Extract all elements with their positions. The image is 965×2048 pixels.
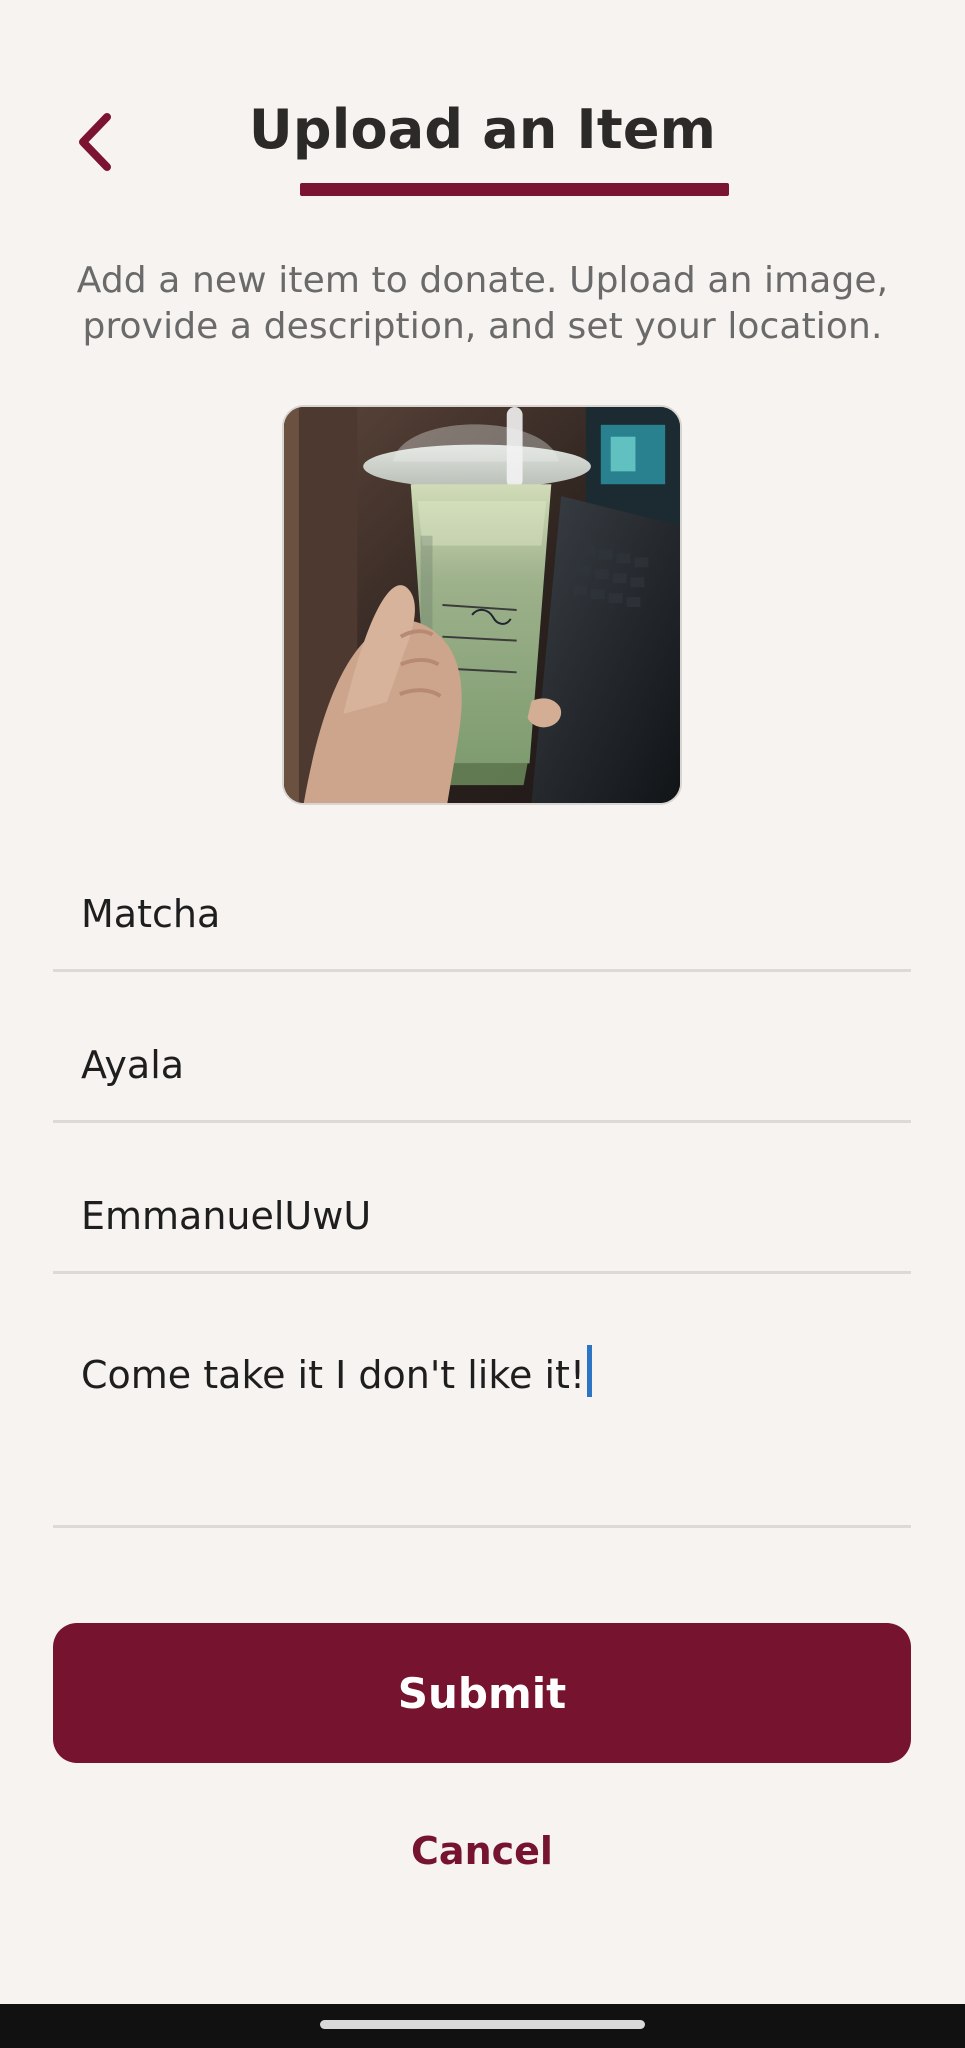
page-description: Add a new item to donate. Upload an imag… [76,260,889,347]
page-title: Upload an Item [248,98,717,161]
upload-item-screen: Upload an Item Add a new item to donate.… [0,0,965,2048]
home-indicator[interactable] [320,2020,645,2029]
username-value: EmmanuelUwU [81,1194,372,1238]
title-underline [300,183,729,196]
description-field[interactable]: Come take it I don't like it! [53,1323,911,1528]
description-line: Come take it I don't like it! [81,1345,593,1397]
description-value: Come take it I don't like it! [81,1353,586,1397]
system-navigation-bar [0,2004,965,2048]
text-cursor [587,1345,593,1397]
uploaded-image-preview[interactable] [282,405,682,805]
location-value: Ayala [81,1043,185,1087]
item-name-field[interactable]: Matcha [53,870,911,972]
username-field[interactable]: EmmanuelUwU [53,1172,911,1274]
location-field[interactable]: Ayala [53,1021,911,1123]
submit-button[interactable]: Submit [53,1623,911,1763]
uploaded-photo [284,407,680,803]
cancel-button[interactable]: Cancel [332,1822,632,1880]
item-name-value: Matcha [81,892,221,936]
